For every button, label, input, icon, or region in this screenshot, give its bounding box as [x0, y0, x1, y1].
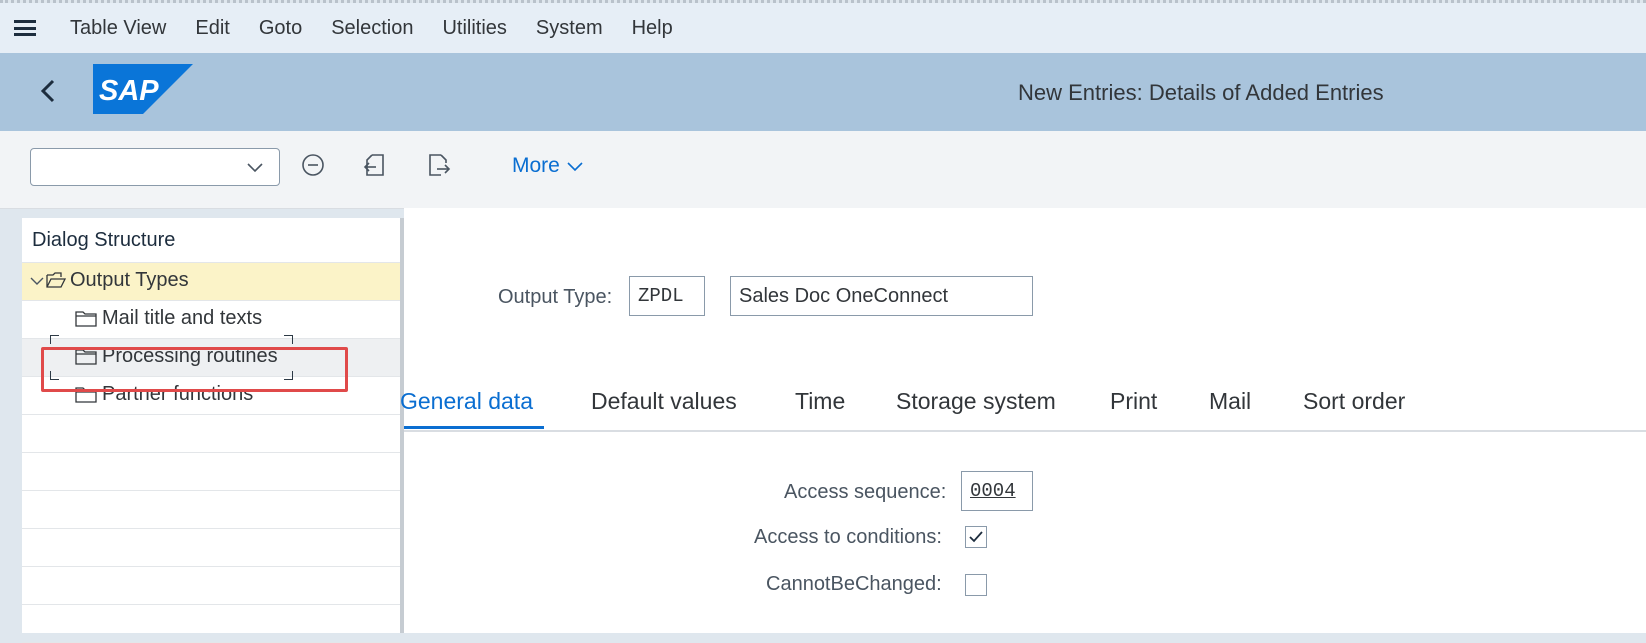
minus-circle-icon[interactable]: [299, 151, 327, 179]
menu-bar: Table View Edit Goto Selection Utilities…: [0, 3, 1646, 53]
folder-icon: [75, 311, 97, 327]
cannot-be-changed-checkbox[interactable]: [965, 574, 987, 596]
back-icon[interactable]: [40, 79, 56, 103]
tree-item-output-types[interactable]: Output Types: [22, 263, 400, 301]
access-sequence-label: Access sequence:: [784, 481, 947, 503]
next-entry-icon[interactable]: [424, 151, 452, 179]
sap-logo: SAP: [93, 64, 193, 114]
chevron-down-icon[interactable]: [30, 275, 44, 287]
tab-storage-system[interactable]: Storage system: [896, 388, 1056, 415]
dialog-structure-title: Dialog Structure: [22, 218, 400, 263]
command-field-select[interactable]: [30, 148, 280, 186]
header-bar: SAP New Entries: Details of Added Entrie…: [0, 53, 1646, 131]
tab-time[interactable]: Time: [795, 388, 845, 415]
details-area: Output Type: ZPDL Sales Doc OneConnect G…: [400, 208, 1646, 633]
access-sequence-field[interactable]: 0004: [961, 471, 1033, 511]
checkmark-icon: [969, 531, 983, 543]
dialog-structure-pane: Dialog Structure Output Types Mail title…: [22, 218, 404, 643]
output-type-description-field[interactable]: Sales Doc OneConnect: [730, 276, 1033, 316]
tab-mail[interactable]: Mail: [1209, 388, 1251, 415]
output-type-code-field[interactable]: ZPDL: [629, 276, 705, 316]
tree-item-label: Output Types: [70, 269, 189, 291]
tree-item-label: Mail title and texts: [102, 307, 263, 329]
chevron-down-icon: [247, 163, 263, 173]
hamburger-menu-icon[interactable]: [14, 20, 36, 36]
tree-empty-row: [22, 415, 400, 453]
more-button[interactable]: More: [512, 154, 584, 178]
tree-item-mail-title[interactable]: Mail title and texts: [22, 301, 400, 339]
tree-empty-row: [22, 529, 400, 567]
page-title: New Entries: Details of Added Entries: [1018, 80, 1384, 105]
tab-general-data[interactable]: General data: [400, 388, 533, 415]
menu-selection[interactable]: Selection: [331, 17, 413, 40]
tree-empty-row: [22, 491, 400, 529]
cannot-be-changed-label: CannotBeChanged:: [766, 573, 942, 595]
menu-utilities[interactable]: Utilities: [442, 17, 506, 40]
tree-empty-row: [22, 605, 400, 643]
chevron-down-icon: [567, 162, 583, 172]
toolbar: More: [0, 131, 1646, 209]
access-to-conditions-checkbox[interactable]: [965, 526, 987, 548]
tab-strip: General data Default values Time Storage…: [400, 388, 1646, 432]
svg-text:SAP: SAP: [99, 75, 159, 107]
active-tab-indicator: [404, 426, 544, 429]
output-type-label: Output Type:: [498, 286, 613, 308]
menu-table-view[interactable]: Table View: [70, 17, 166, 40]
tree-empty-row: [22, 453, 400, 491]
menu-system[interactable]: System: [536, 17, 603, 40]
menu-help[interactable]: Help: [632, 17, 673, 40]
menu-edit[interactable]: Edit: [195, 17, 229, 40]
tab-default-values[interactable]: Default values: [591, 388, 737, 415]
access-to-conditions-label: Access to conditions:: [754, 526, 942, 548]
tab-print[interactable]: Print: [1110, 388, 1157, 415]
tab-sort-order[interactable]: Sort order: [1303, 388, 1405, 415]
open-folder-icon: [46, 272, 66, 288]
tree-empty-row: [22, 567, 400, 605]
highlight-annotation-box: [41, 347, 348, 392]
more-label: More: [512, 154, 560, 177]
previous-entry-icon[interactable]: [361, 151, 389, 179]
menu-goto[interactable]: Goto: [259, 17, 302, 40]
